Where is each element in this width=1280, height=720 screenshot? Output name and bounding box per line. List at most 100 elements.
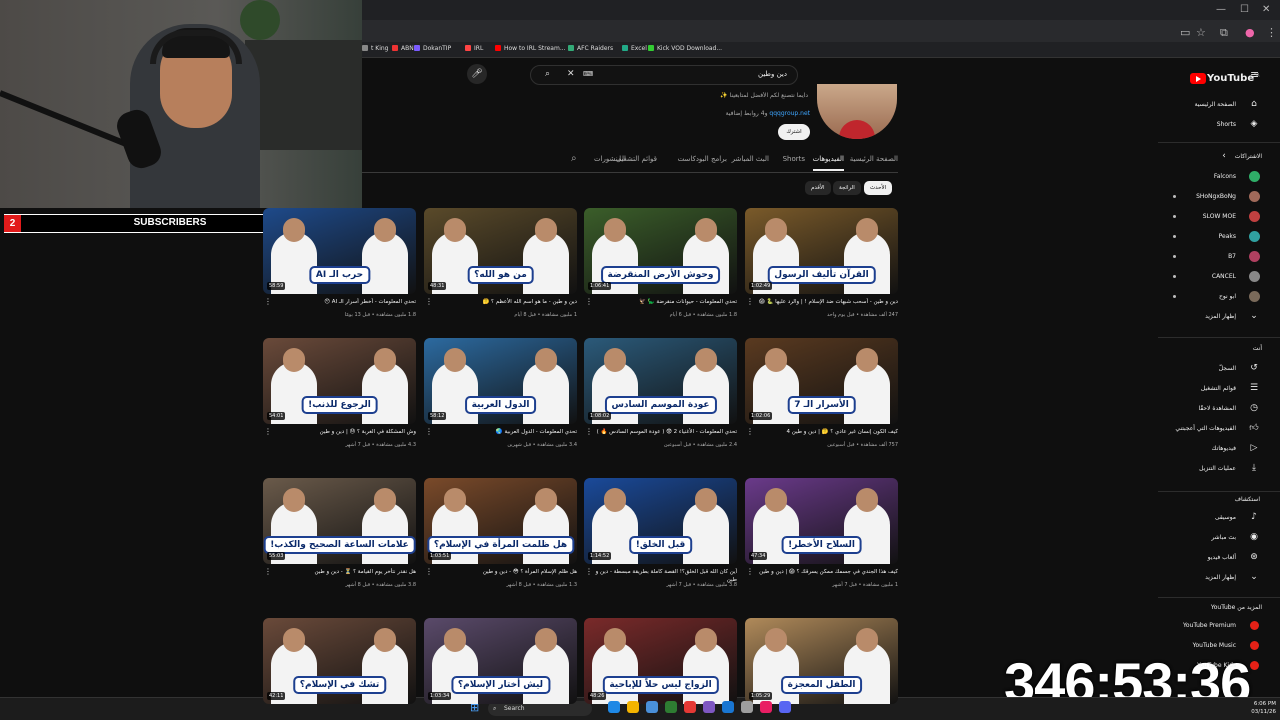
sidebar-explore-item[interactable]: بث مباشر — [1211, 534, 1236, 541]
tab-3[interactable]: البث المباشر — [732, 155, 769, 163]
sidebar-you-item[interactable]: السجلّ — [1219, 365, 1236, 372]
profile-icon[interactable]: ● — [1245, 26, 1255, 39]
bookmark-4[interactable]: How to IRL Stream... — [495, 45, 566, 52]
sort-chip-2[interactable]: الأقدم — [805, 181, 831, 195]
video-card[interactable]: علامات الساعة الصحيح والكذب! 55:03 هل نقدر… — [263, 478, 416, 596]
bookmark-1[interactable]: ABN — [392, 45, 414, 52]
video-title[interactable]: تحدي المعلومات - الأغنياء 2 😨 ( عودة الم… — [589, 428, 737, 436]
keyboard-icon[interactable]: ⌨ — [583, 70, 593, 78]
channel-link[interactable]: qqqgroup.net — [769, 110, 810, 117]
more-actions-icon[interactable]: ⋮ — [746, 428, 754, 436]
video-card[interactable]: حرب الـ AI 58:59 تحدي المعلومات - أخطر أسر… — [263, 208, 416, 326]
channel-link-more[interactable]: و4 روابط إضافية — [726, 110, 768, 117]
video-card[interactable]: القرآن تأليف الرسول 1:02:49 دين و طين - أس… — [745, 208, 898, 326]
video-title[interactable]: دين و طين - ما هو اسم الله الأعظم ؟ 🤔 — [429, 298, 577, 306]
sidebar-more-item[interactable]: YouTube Premium — [1183, 622, 1236, 629]
video-card[interactable]: السلاح الأخطر! 47:34 كيف هذا الجندي في جسم… — [745, 478, 898, 596]
video-thumbnail[interactable]: وحوش الأرض المنقرضة 1:06:41 — [584, 208, 737, 294]
channel-description[interactable]: دايماً نتصنع لكم الأفضل لمتابعينا ✨ ...ا… — [720, 92, 808, 99]
sidebar-you-header[interactable]: أنت — [1253, 345, 1262, 352]
tab-6[interactable]: المنشورات — [594, 155, 626, 163]
sidebar-item-home[interactable]: الصفحة الرئيسية — [1195, 101, 1236, 108]
sidebar-you-item[interactable]: قوائم التشغيل — [1201, 385, 1236, 392]
tab-1[interactable]: الفيديوهات — [812, 155, 844, 171]
hamburger-menu-icon[interactable]: ≡ — [1250, 68, 1259, 81]
close-icon[interactable]: ✕ — [1262, 4, 1270, 15]
search-box[interactable]: ⌕ ✕ ⌨ دين وطين — [530, 65, 798, 85]
sidebar-subscription[interactable]: CANCEL — [1212, 273, 1236, 280]
video-thumbnail[interactable]: الدول العربية 58:12 — [424, 338, 577, 424]
sidebar-explore-item[interactable]: إظهار المزيد — [1205, 574, 1236, 581]
sort-chip-1[interactable]: الرائجة — [833, 181, 861, 195]
taskbar-app-icon[interactable] — [779, 701, 791, 713]
video-thumbnail[interactable]: الزواج ليس حلاً للإباحية 48:26 — [584, 618, 737, 704]
bookmark-0[interactable]: t King — [362, 45, 388, 52]
video-title[interactable]: دين و طين - أسحب شبهات ضد الإسلام ! | وا… — [750, 298, 898, 306]
video-thumbnail[interactable]: الأسرار الـ 7 1:02:06 — [745, 338, 898, 424]
clear-search-icon[interactable]: ✕ — [567, 69, 575, 79]
browser-menu-icon[interactable]: ⋮ — [1266, 26, 1277, 39]
video-thumbnail[interactable]: الرجوع للذنب! 54:01 — [263, 338, 416, 424]
video-title[interactable]: كيف هذا الجندي في جسمك ممكن يسرقك ؟ 😱 | … — [750, 568, 898, 576]
maximize-icon[interactable]: ☐ — [1240, 4, 1249, 15]
sidebar-subscription[interactable]: ابو نوح — [1219, 293, 1236, 300]
more-actions-icon[interactable]: ⋮ — [585, 568, 593, 576]
video-card[interactable]: هل ظلمت المرأة في الإسلام؟ 1:03:51 هل ظلم … — [424, 478, 577, 596]
sidebar-explore-header[interactable]: استكشاف — [1235, 496, 1260, 503]
video-thumbnail[interactable]: حرب الـ AI 58:59 — [263, 208, 416, 294]
video-title[interactable]: كيف الكون إنسان غير عادي ؟ 🤔 | دين و طين… — [750, 428, 898, 436]
extensions-icon[interactable]: ⧉ — [1220, 26, 1228, 40]
taskbar-app-icon[interactable] — [684, 701, 696, 713]
sidebar-show-more[interactable]: إظهار المزيد — [1205, 313, 1236, 320]
cast-icon[interactable]: ▭ — [1180, 26, 1190, 39]
bookmark-2[interactable]: DokanTIP — [414, 45, 451, 52]
more-actions-icon[interactable]: ⋮ — [585, 428, 593, 436]
tab-4[interactable]: برامج البودكاست — [678, 155, 727, 163]
channel-links[interactable]: qqqgroup.net و4 روابط إضافية — [726, 110, 810, 117]
bookmark-3[interactable]: IRL — [465, 45, 483, 52]
video-card[interactable]: الأسرار الـ 7 1:02:06 كيف الكون إنسان غير … — [745, 338, 898, 456]
bookmark-6[interactable]: Excel — [622, 45, 647, 52]
video-thumbnail[interactable]: من هو الله؟ 48:31 — [424, 208, 577, 294]
more-actions-icon[interactable]: ⋮ — [746, 568, 754, 576]
sidebar-you-item[interactable]: الفيديوهات التي أعجبتني — [1175, 425, 1236, 432]
sidebar-subscription[interactable]: Peaks — [1219, 233, 1236, 240]
tab-2[interactable]: Shorts — [783, 155, 805, 163]
video-card[interactable]: الرجوع للذنب! 54:01 وش المشكلة في الغربة ؟… — [263, 338, 416, 456]
video-title[interactable]: هل نقدر نتأخر يوم القيامة ؟ ⏳ - دين و طي… — [268, 568, 417, 576]
sidebar-more-header[interactable]: المزيد من YouTube — [1211, 604, 1262, 611]
sidebar-more-item[interactable]: YouTube Music — [1193, 642, 1236, 649]
more-actions-icon[interactable]: ⋮ — [425, 568, 433, 576]
more-actions-icon[interactable]: ⋮ — [264, 428, 272, 436]
tab-0[interactable]: الصفحة الرئيسية — [850, 155, 898, 163]
search-input[interactable]: دين وطين — [758, 70, 787, 78]
video-card[interactable]: قبل الخلق! 1:14:52 أين كان الله قبل الخلق؟… — [584, 478, 737, 596]
taskbar-app-icon[interactable] — [703, 701, 715, 713]
taskbar-app-icon[interactable] — [741, 701, 753, 713]
taskbar-app-icon[interactable] — [760, 701, 772, 713]
sidebar-more-item[interactable]: YouTube Kids — [1197, 662, 1236, 669]
video-thumbnail[interactable]: ليش أختار الإسلام؟ 1:03:34 — [424, 618, 577, 704]
more-actions-icon[interactable]: ⋮ — [425, 428, 433, 436]
video-card[interactable]: وحوش الأرض المنقرضة 1:06:41 تحدي المعلومات… — [584, 208, 737, 326]
star-icon[interactable]: ☆ — [1196, 26, 1206, 39]
video-thumbnail[interactable]: علامات الساعة الصحيح والكذب! 55:03 — [263, 478, 416, 564]
video-card[interactable]: الدول العربية 58:12 تحدي المعلومات - الدول… — [424, 338, 577, 456]
search-icon[interactable]: ⌕ — [545, 69, 550, 79]
taskbar-app-icon[interactable] — [627, 701, 639, 713]
video-thumbnail[interactable]: تشك في الإسلام؟ 42:11 — [263, 618, 416, 704]
video-thumbnail[interactable]: عودة الموسم السادس 1:08:02 — [584, 338, 737, 424]
video-card[interactable]: تشك في الإسلام؟ 42:11 — [263, 618, 416, 704]
video-card[interactable]: الزواج ليس حلاً للإباحية 48:26 — [584, 618, 737, 704]
video-thumbnail[interactable]: هل ظلمت المرأة في الإسلام؟ 1:03:51 — [424, 478, 577, 564]
video-card[interactable]: الطفل المعجزة 1:05:29 — [745, 618, 898, 704]
video-card[interactable]: من هو الله؟ 48:31 دين و طين - ما هو اسم ال… — [424, 208, 577, 326]
channel-search-icon[interactable]: ⌕ — [571, 153, 577, 164]
video-thumbnail[interactable]: الطفل المعجزة 1:05:29 — [745, 618, 898, 704]
sort-chip-0[interactable]: الأحدث — [864, 181, 893, 195]
taskbar-app-icon[interactable] — [646, 701, 658, 713]
sidebar-item-shorts[interactable]: Shorts — [1217, 121, 1236, 128]
bookmark-5[interactable]: AFC Raiders — [568, 45, 613, 52]
sidebar-subscription[interactable]: B7 — [1228, 253, 1236, 260]
taskbar-app-icon[interactable] — [608, 701, 620, 713]
